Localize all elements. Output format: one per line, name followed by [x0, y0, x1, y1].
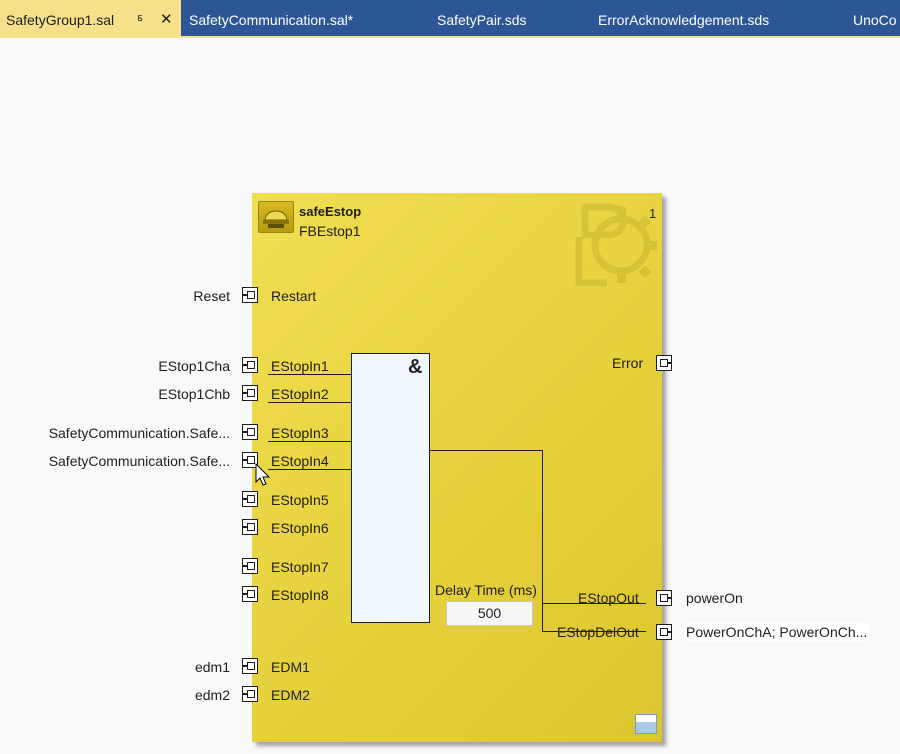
input-connection-label[interactable]: EStop1Chb: [156, 385, 232, 403]
input-connection-label[interactable]: EStop1Cha: [156, 357, 232, 375]
tab-label: ErrorAcknowledgement.sds: [598, 12, 770, 28]
block-type-name: safeEstop: [299, 204, 362, 219]
tab-safetycommunication[interactable]: SafetyCommunication.sal*: [189, 0, 389, 36]
input-pin-label: EStopIn2: [271, 386, 329, 402]
estop-function-icon: [258, 201, 294, 233]
input-pin-label: EStopIn3: [271, 425, 329, 441]
input-pin-label: EStopIn5: [271, 492, 329, 508]
tab-safetygroup1[interactable]: SafetyGroup1.sal ⸹ ✕: [0, 0, 181, 37]
input-pin-restart[interactable]: [242, 287, 258, 303]
wire-estopin4: [268, 469, 351, 470]
mouse-cursor-icon: [255, 463, 271, 486]
input-pin-estopin6[interactable]: [242, 519, 258, 535]
tab-label: SafetyPair.sds: [437, 12, 527, 28]
input-pin-estopin7[interactable]: [242, 558, 258, 574]
output-pin-error[interactable]: [656, 355, 672, 371]
input-pin-label: Restart: [271, 288, 317, 304]
wire-estopin2: [268, 402, 351, 403]
input-pin-label: EStopIn4: [271, 453, 329, 469]
wire-and-output-vertical: [542, 450, 543, 632]
input-pin-label: EStopIn7: [271, 559, 329, 575]
pin-icon[interactable]: ⸹: [137, 0, 143, 37]
wire-estopin3: [268, 441, 351, 442]
and-gate-symbol: &: [408, 356, 423, 378]
tab-safetypair[interactable]: SafetyPair.sds: [437, 0, 547, 36]
input-pin-edm1[interactable]: [242, 658, 258, 674]
safety-gear-watermark-icon: [575, 203, 657, 287]
output-connection-label[interactable]: PowerOnChA; PowerOnCh...: [684, 623, 870, 641]
and-gate[interactable]: [351, 353, 430, 623]
input-pin-label: EStopIn1: [271, 358, 329, 374]
input-pin-estopin8[interactable]: [242, 586, 258, 602]
input-pin-label: EDM1: [271, 659, 310, 675]
input-connection-label[interactable]: Reset: [191, 287, 232, 305]
input-pin-estopin1[interactable]: [242, 357, 258, 373]
tab-unoco[interactable]: UnoCo: [853, 0, 900, 36]
delay-time-input[interactable]: 500: [446, 601, 533, 626]
output-pin-label: Error: [612, 355, 644, 371]
output-connection-label[interactable]: powerOn: [684, 589, 745, 607]
document-tab-bar: SafetyGroup1.sal ⸹ ✕ SafetyCommunication…: [0, 0, 900, 37]
output-pin-estopdelout[interactable]: [656, 624, 672, 640]
output-pin-label: EStopDelOut: [557, 624, 639, 640]
input-connection-label[interactable]: edm1: [192, 658, 232, 676]
wire-and-output: [430, 450, 543, 451]
input-pin-estopin2[interactable]: [242, 385, 258, 401]
input-pin-estopin5[interactable]: [242, 491, 258, 507]
input-pin-label: EDM2: [271, 687, 310, 703]
output-pin-estopout[interactable]: [656, 590, 672, 606]
input-pin-label: EStopIn6: [271, 520, 329, 536]
input-pin-estopin3[interactable]: [242, 424, 258, 440]
tab-label: SafetyGroup1.sal: [6, 12, 115, 28]
input-connection-label[interactable]: edm2: [192, 686, 232, 704]
tab-label: SafetyCommunication.sal*: [189, 12, 354, 28]
wire-estopin1: [268, 374, 351, 375]
tab-erroracknowledgement[interactable]: ErrorAcknowledgement.sds: [598, 0, 798, 36]
tab-label: UnoCo: [853, 12, 897, 28]
block-instance-name: FBEstop1: [299, 223, 361, 239]
input-connection-label[interactable]: SafetyCommunication.Safe...: [46, 424, 232, 442]
input-pin-edm2[interactable]: [242, 686, 258, 702]
close-icon[interactable]: ✕: [160, 0, 173, 37]
delay-time-label: Delay Time (ms): [435, 582, 537, 598]
input-pin-label: EStopIn8: [271, 587, 329, 603]
block-options-icon[interactable]: [635, 714, 657, 734]
output-pin-label: EStopOut: [578, 590, 639, 606]
input-connection-label[interactable]: SafetyCommunication.Safe...: [46, 452, 232, 470]
block-exec-number: 1: [649, 206, 657, 221]
